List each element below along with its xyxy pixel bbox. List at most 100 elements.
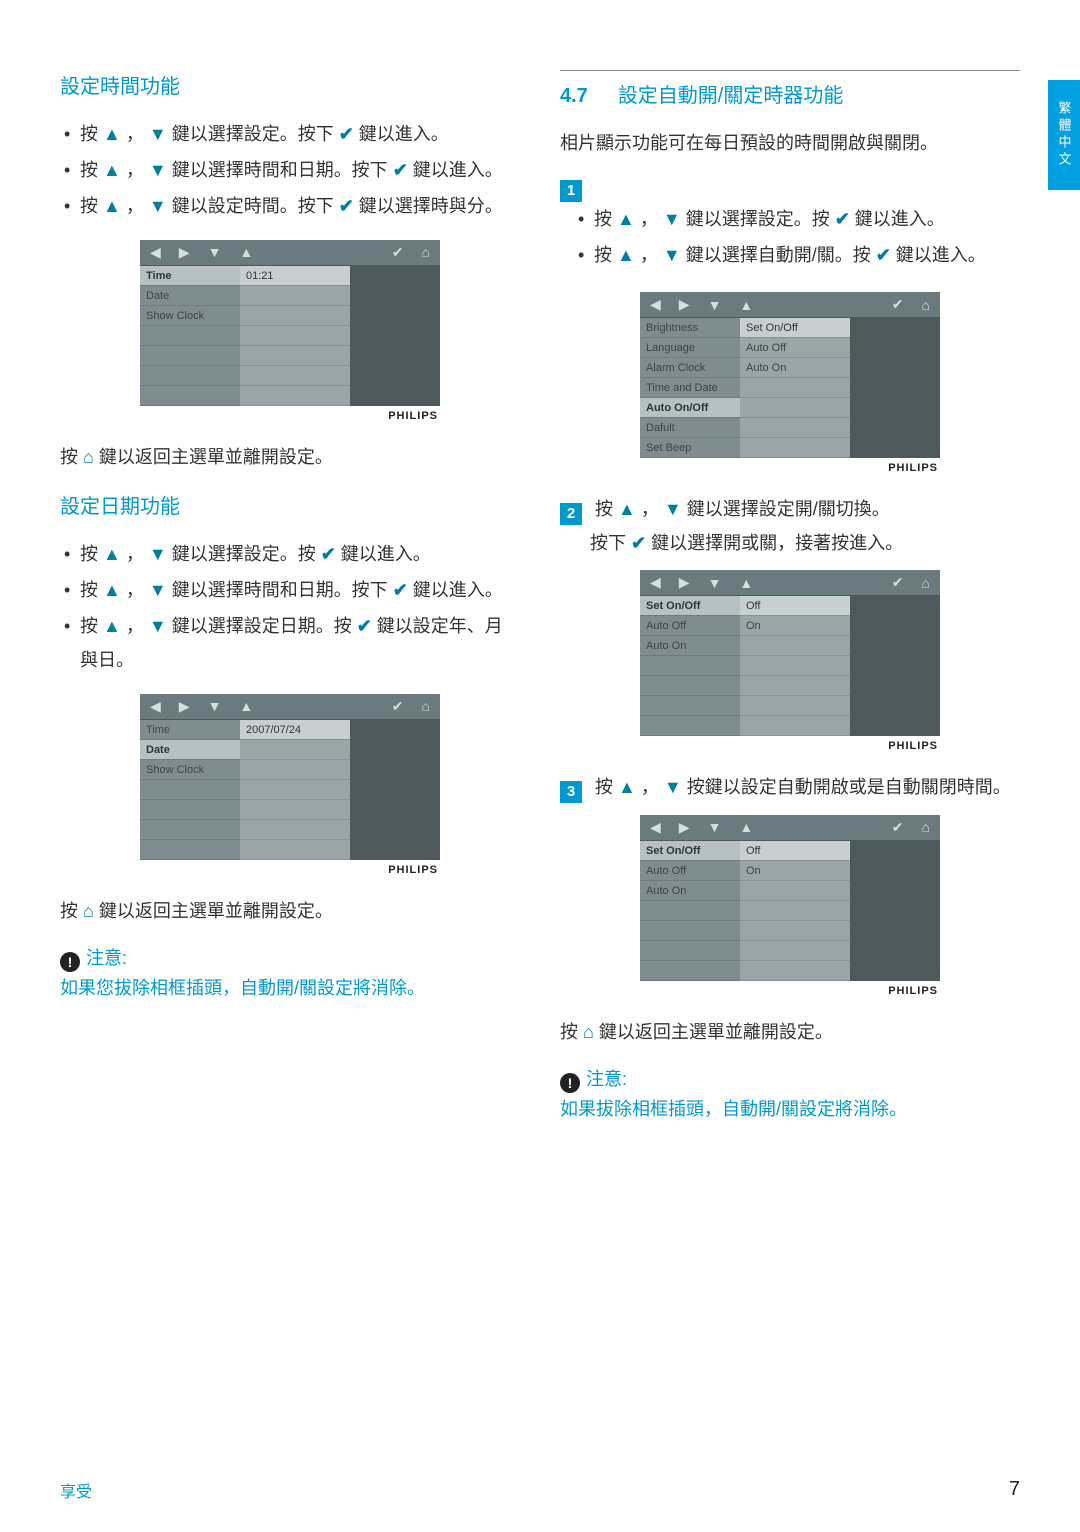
menu-row: [140, 326, 240, 346]
info-icon: !: [560, 1073, 580, 1093]
value-row: [740, 676, 850, 696]
home-icon: ⌂: [422, 698, 430, 714]
text: ，: [121, 124, 149, 144]
text: 鍵以選擇設定開/關切換。: [682, 499, 890, 519]
text: 按: [80, 196, 103, 216]
text: 鍵以選擇開或關，接著按進入。: [646, 533, 903, 553]
menu-row: Time and Date: [640, 378, 740, 398]
right-icon: ▶: [679, 819, 690, 836]
device-screenshot-date: ◀▶▼▲✔⌂TimeDateShow Clock2007/07/24PHILIP…: [140, 694, 440, 876]
step-badge: 2: [560, 503, 582, 525]
text: 鍵以選擇設定。按下: [167, 124, 339, 144]
text: 按: [80, 160, 103, 180]
note-label: 注意:: [586, 1069, 627, 1089]
step-1: 1 按 ▲ ， ▼ 鍵以選擇設定。按 ✔ 鍵以進入。 按 ▲ ， ▼ 鍵以選擇自…: [560, 176, 1020, 474]
value-row: [740, 921, 850, 941]
value-row: [740, 438, 850, 458]
list-item: 按 ▲ ， ▼ 鍵以設定時間。按下 ✔ 鍵以選擇時與分。: [60, 189, 520, 223]
menu-column: BrightnessLanguageAlarm ClockTime and Da…: [640, 318, 740, 458]
text: 按: [594, 209, 617, 229]
menu-row: Brightness: [640, 318, 740, 338]
down-icon: ▼: [149, 196, 167, 216]
up-icon: ▲: [617, 209, 635, 229]
menu-row: Set On/Off: [640, 596, 740, 616]
menu-column: TimeDateShow Clock: [140, 266, 240, 406]
up-icon: ▲: [103, 580, 121, 600]
value-row: Auto On: [740, 358, 850, 378]
menu-row: [640, 901, 740, 921]
value-column: 2007/07/24: [240, 720, 350, 860]
up-icon: ▲: [103, 544, 121, 564]
device-screenshot-time: ◀▶▼▲✔⌂TimeDateShow Clock01:21PHILIPS: [140, 240, 440, 422]
down-icon: ▼: [208, 244, 222, 260]
device-screenshot-step3: ◀▶▼▲✔⌂Set On/OffAuto OffAuto OnOffOnPHIL…: [640, 815, 940, 997]
text: 鍵以返回主選單並離開設定。: [94, 901, 333, 921]
value-column: OffOn: [740, 596, 850, 736]
check-icon: ✔: [892, 296, 904, 313]
value-row: [740, 881, 850, 901]
menu-row: [640, 696, 740, 716]
down-icon: ▼: [708, 297, 722, 313]
preview-column: [850, 318, 940, 458]
down-icon: ▼: [663, 209, 681, 229]
step-3: 3 按 ▲ ， ▼ 按鍵以設定自動開啟或是自動關閉時間。 ◀▶▼▲✔⌂Set O…: [560, 770, 1020, 996]
check-icon: ✔: [392, 244, 404, 261]
down-icon: ▼: [664, 777, 682, 797]
menu-row: [640, 941, 740, 961]
text: 按: [60, 447, 83, 467]
value-column: Set On/OffAuto OffAuto On: [740, 318, 850, 458]
check-icon: ✔: [393, 580, 408, 600]
right-column: 4.7設定自動開/關定時器功能 相片顯示功能可在每日預設的時間開啟與關閉。 1 …: [560, 70, 1020, 1143]
up-icon: ▲: [239, 244, 253, 260]
device-screenshot-step1: ◀▶▼▲✔⌂BrightnessLanguageAlarm ClockTime …: [640, 292, 940, 474]
home-icon: ⌂: [922, 575, 930, 591]
down-icon: ▼: [708, 819, 722, 835]
value-row: [740, 656, 850, 676]
list-item: 按 ▲ ， ▼ 鍵以選擇設定。按下 ✔ 鍵以進入。: [60, 117, 520, 151]
text: ，: [121, 160, 149, 180]
text: 按: [560, 1022, 583, 1042]
device-body: BrightnessLanguageAlarm ClockTime and Da…: [640, 318, 940, 458]
device-toolbar: ◀▶▼▲✔⌂: [640, 292, 940, 318]
step-text: 按下 ✔ 鍵以選擇開或關，接著按進入。: [560, 526, 1020, 560]
menu-column: TimeDateShow Clock: [140, 720, 240, 860]
text: 按: [80, 124, 103, 144]
menu-row: [140, 840, 240, 860]
menu-row: [140, 366, 240, 386]
menu-row: Auto On: [640, 636, 740, 656]
device-body: Set On/OffAuto OffAuto OnOffOn: [640, 841, 940, 981]
value-row: [240, 760, 350, 780]
down-icon: ▼: [149, 616, 167, 636]
note-body: 如果拔除相框插頭，自動開/關設定將消除。: [560, 1093, 1020, 1125]
brand-label: PHILIPS: [640, 736, 940, 752]
menu-row: [140, 820, 240, 840]
menu-row: Auto On: [640, 881, 740, 901]
menu-column: Set On/OffAuto OffAuto On: [640, 596, 740, 736]
value-row: 2007/07/24: [240, 720, 350, 740]
list-item: 按 ▲ ， ▼ 鍵以選擇時間和日期。按下 ✔ 鍵以進入。: [60, 573, 520, 607]
check-icon: ✔: [631, 533, 646, 553]
section-title-autotimer: 4.7設定自動開/關定時器功能: [560, 79, 1020, 108]
time-steps-list: 按 ▲ ， ▼ 鍵以選擇設定。按下 ✔ 鍵以進入。 按 ▲ ， ▼ 鍵以選擇時間…: [60, 117, 520, 224]
text: 按: [80, 616, 103, 636]
value-row: [240, 286, 350, 306]
value-row: Set On/Off: [740, 318, 850, 338]
menu-row: Time: [140, 266, 240, 286]
page-number: 7: [1009, 1478, 1020, 1502]
home-icon: ⌂: [583, 1022, 594, 1042]
text: ，: [121, 196, 149, 216]
down-icon: ▼: [664, 499, 682, 519]
menu-row: Auto Off: [640, 861, 740, 881]
check-icon: ✔: [835, 209, 850, 229]
menu-row: Show Clock: [140, 306, 240, 326]
value-row: [240, 780, 350, 800]
right-icon: ▶: [179, 698, 190, 715]
check-icon: ✔: [321, 544, 336, 564]
value-row: 01:21: [240, 266, 350, 286]
up-icon: ▲: [103, 160, 121, 180]
text: ，: [636, 777, 664, 797]
value-row: [240, 386, 350, 406]
value-row: [740, 901, 850, 921]
text: ，: [121, 580, 149, 600]
up-icon: ▲: [739, 819, 753, 835]
